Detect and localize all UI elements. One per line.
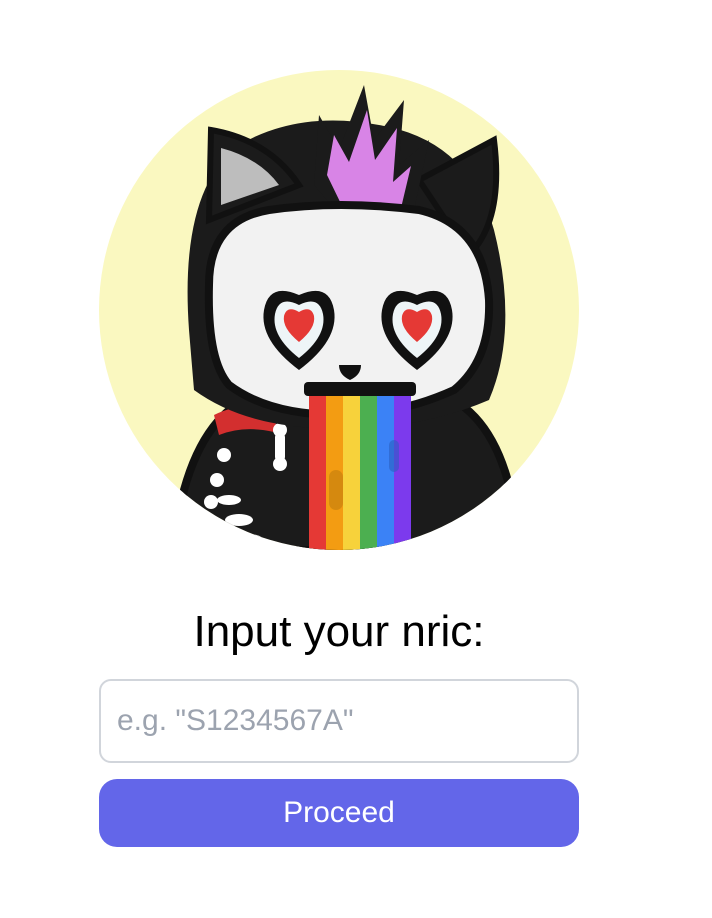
nric-input[interactable] [99,679,579,763]
proceed-button[interactable]: Proceed [99,779,579,847]
avatar-image [99,70,579,550]
nric-prompt-label: Input your nric: [193,607,485,656]
rainbow-stream [309,396,411,550]
avatar-illustration [99,70,579,550]
page: Input your nric: Proceed [0,0,712,918]
